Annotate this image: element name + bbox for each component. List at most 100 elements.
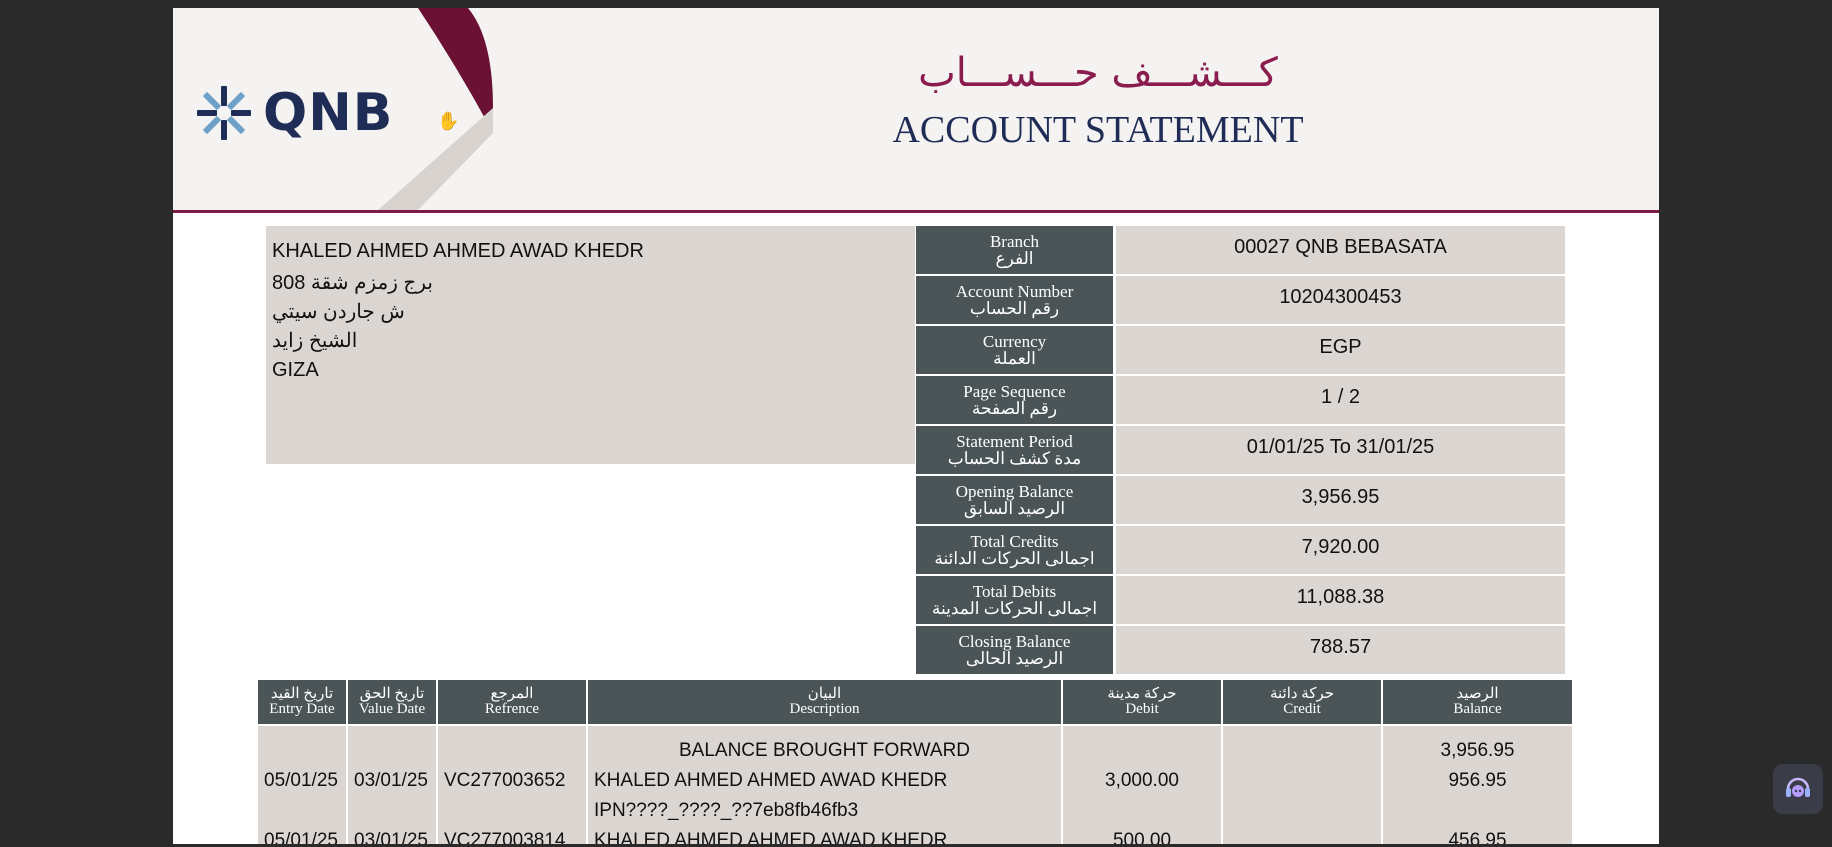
column-header-en: Balance bbox=[1453, 701, 1502, 717]
column-divider bbox=[436, 726, 438, 844]
cell-debit: 500.00 bbox=[1112, 830, 1172, 844]
column-header-value-date: تاريخ الحق Value Date bbox=[348, 680, 436, 724]
info-label-ar: رقم الحساب bbox=[969, 299, 1060, 318]
cell-balance: 3,956.95 bbox=[1440, 740, 1515, 761]
column-header-ar: تاريخ الحق bbox=[359, 686, 425, 702]
customer-name: KHALED AHMED AHMED AWAD KHEDR bbox=[272, 240, 644, 262]
column-header-reference: المرجع Refrence bbox=[438, 680, 586, 724]
info-label: Total Debits اجمالى الحركات المدينة bbox=[916, 576, 1113, 624]
address-line: ش جاردن سيتي bbox=[272, 301, 405, 323]
info-label-en: Opening Balance bbox=[955, 482, 1074, 501]
address-line: برج زمزم شقة 808 bbox=[272, 272, 433, 294]
cell-reference: VC277003814 bbox=[444, 830, 566, 844]
column-header-description: البيان Description bbox=[588, 680, 1061, 724]
info-label-ar: رقم الصفحة bbox=[971, 399, 1058, 418]
address-line: GIZA bbox=[272, 359, 319, 381]
info-value: 1 / 2 bbox=[1116, 376, 1565, 424]
info-label-ar: الرصيد الحالى bbox=[965, 649, 1064, 668]
info-label: Opening Balance الرصيد السابق bbox=[916, 476, 1113, 524]
cell-entry-date: 05/01/25 bbox=[264, 770, 338, 791]
info-label-en: Statement Period bbox=[956, 432, 1073, 451]
info-label-en: Page Sequence bbox=[963, 382, 1066, 401]
column-header-ar: حركة مدينة bbox=[1107, 686, 1177, 702]
info-label-ar: مدة كشف الحساب bbox=[947, 449, 1082, 468]
info-label-en: Branch bbox=[989, 232, 1040, 251]
cell-description: BALANCE BROUGHT FORWARD bbox=[678, 740, 971, 761]
info-label-en: Currency bbox=[982, 332, 1047, 351]
column-header-debit: حركة مدينة Debit bbox=[1063, 680, 1221, 724]
info-row-total-debits: Total Debits اجمالى الحركات المدينة 11,0… bbox=[916, 576, 1566, 624]
info-row-opening-balance: Opening Balance الرصيد السابق 3,956.95 bbox=[916, 476, 1566, 524]
column-header-en: Value Date bbox=[358, 701, 426, 717]
column-header-credit: حركة دائنة Credit bbox=[1223, 680, 1381, 724]
qnb-logo-icon bbox=[197, 86, 251, 140]
cell-description-detail: IPN????_????_??7eb8fb46fb3 bbox=[594, 800, 859, 821]
column-header-ar: البيان bbox=[807, 686, 842, 702]
info-label: Statement Period مدة كشف الحساب bbox=[916, 426, 1113, 474]
info-label-en: Total Credits bbox=[970, 532, 1059, 551]
info-value: EGP bbox=[1116, 326, 1565, 374]
statement-header: QNB ✋ كـــشـــف حـــســـاب ACCOUNT STATE… bbox=[173, 8, 1659, 213]
qnb-logo: QNB bbox=[195, 78, 393, 148]
info-label: Page Sequence رقم الصفحة bbox=[916, 376, 1113, 424]
cell-balance: 456.95 bbox=[1448, 830, 1507, 844]
info-label-ar: الرصيد السابق bbox=[963, 499, 1066, 518]
cell-debit: 3,000.00 bbox=[1105, 770, 1179, 791]
title-arabic: كـــشـــف حـــســـاب bbox=[918, 50, 1278, 96]
cell-value-date: 03/01/25 bbox=[354, 770, 428, 791]
cell-description: KHALED AHMED AHMED AWAD KHEDR bbox=[594, 770, 948, 791]
info-value: 01/01/25 To 31/01/25 bbox=[1116, 426, 1565, 474]
header-swoosh-decoration bbox=[378, 8, 493, 210]
info-value: 00027 QNB BEBASATA bbox=[1116, 226, 1565, 274]
info-label-en: Total Debits bbox=[972, 582, 1057, 601]
logo-text: QNB bbox=[263, 83, 394, 143]
info-row-branch: Branch الفرع 00027 QNB BEBASATA bbox=[916, 226, 1566, 274]
info-label-ar: اجمالى الحركات المدينة bbox=[931, 599, 1098, 618]
info-value: 11,088.38 bbox=[1116, 576, 1565, 624]
cell-reference: VC277003652 bbox=[444, 770, 566, 791]
column-header-en: Credit bbox=[1283, 701, 1321, 717]
info-row-total-credits: Total Credits اجمالى الحركات الدائنة 7,9… bbox=[916, 526, 1566, 574]
column-divider bbox=[1221, 726, 1223, 844]
column-header-ar: حركة دائنة bbox=[1269, 686, 1335, 702]
info-row-page-sequence: Page Sequence رقم الصفحة 1 / 2 bbox=[916, 376, 1566, 424]
address-line: الشيخ زايد bbox=[272, 330, 358, 352]
info-label-ar: اجمالى الحركات الدائنة bbox=[934, 549, 1095, 568]
info-label: Currency العملة bbox=[916, 326, 1113, 374]
info-label: Total Credits اجمالى الحركات الدائنة bbox=[916, 526, 1113, 574]
info-value: 3,956.95 bbox=[1116, 476, 1565, 524]
info-label-ar: الفرع bbox=[995, 249, 1034, 268]
column-header-en: Debit bbox=[1125, 701, 1159, 717]
customer-address-box: KHALED AHMED AHMED AWAD KHEDR برج زمزم ش… bbox=[266, 226, 915, 464]
info-label: Account Number رقم الحساب bbox=[916, 276, 1113, 324]
info-value: 788.57 bbox=[1116, 626, 1565, 674]
hand-cursor-icon: ✋ bbox=[437, 111, 460, 131]
info-label-ar: العملة bbox=[993, 349, 1036, 368]
transactions-table: BALANCE BROUGHT FORWARD 3,956.95 05/01/2… bbox=[258, 726, 1572, 844]
column-header-en: Entry Date bbox=[269, 701, 335, 717]
column-header-en: Refrence bbox=[484, 701, 540, 717]
info-label-en: Closing Balance bbox=[958, 632, 1071, 651]
info-value: 10204300453 bbox=[1116, 276, 1565, 324]
info-row-statement-period: Statement Period مدة كشف الحساب 01/01/25… bbox=[916, 426, 1566, 474]
column-header-ar: الرصيد bbox=[1456, 686, 1499, 702]
info-row-closing-balance: Closing Balance الرصيد الحالى 788.57 bbox=[916, 626, 1566, 674]
title-english: ACCOUNT STATEMENT bbox=[892, 109, 1304, 151]
cell-entry-date: 05/01/25 bbox=[264, 830, 338, 844]
info-row-account-number: Account Number رقم الحساب 10204300453 bbox=[916, 276, 1566, 324]
ai-assistant-icon bbox=[1786, 777, 1810, 797]
ai-assistant-button[interactable] bbox=[1773, 764, 1823, 814]
column-header-en: Description bbox=[789, 701, 860, 717]
column-header-entry-date: تاريخ القيد Entry Date bbox=[258, 680, 346, 724]
info-label-en: Account Number bbox=[955, 282, 1074, 301]
info-value: 7,920.00 bbox=[1116, 526, 1565, 574]
column-header-ar: المرجع bbox=[490, 686, 534, 702]
cell-description: KHALED AHMED AHMED AWAD KHEDR bbox=[594, 830, 948, 844]
info-label: Closing Balance الرصيد الحالى bbox=[916, 626, 1113, 674]
cell-value-date: 03/01/25 bbox=[354, 830, 428, 844]
column-header-ar: تاريخ القيد bbox=[270, 686, 334, 702]
info-row-currency: Currency العملة EGP bbox=[916, 326, 1566, 374]
info-label: Branch الفرع bbox=[916, 226, 1113, 274]
statement-page: QNB ✋ كـــشـــف حـــســـاب ACCOUNT STATE… bbox=[173, 8, 1659, 844]
cell-balance: 956.95 bbox=[1448, 770, 1507, 791]
